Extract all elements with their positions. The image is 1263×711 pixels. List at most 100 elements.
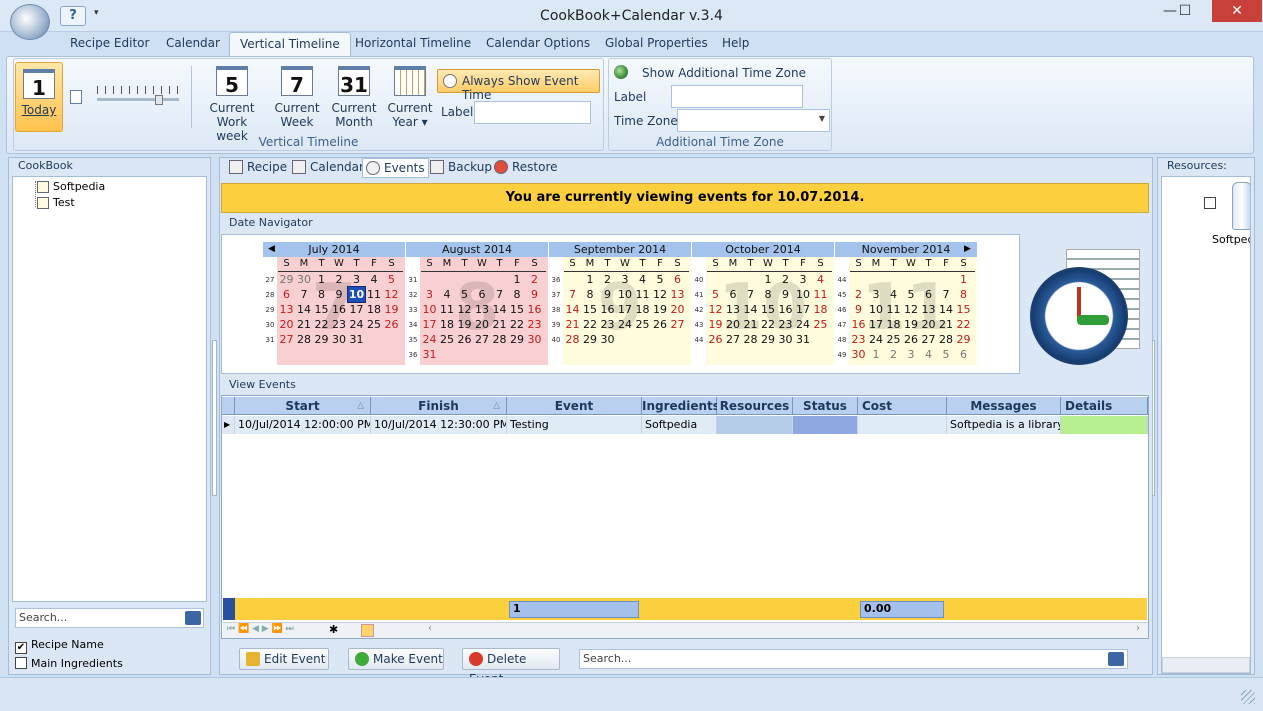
main-ingredients-checkbox[interactable]: Main Ingredients [15, 657, 123, 670]
calendar-day[interactable]: 13 [725, 302, 742, 317]
tree-item-softpedia[interactable]: Softpedia [37, 180, 105, 193]
scroll-left-icon[interactable]: ‹ [428, 623, 432, 634]
calendar-day[interactable]: 9 [850, 302, 867, 317]
week-number[interactable]: 43 [692, 321, 706, 329]
calendar-day[interactable]: 15 [760, 302, 777, 317]
subtab-backup[interactable]: Backup [430, 160, 492, 174]
calendar-day[interactable]: 10 [868, 302, 885, 317]
calendar-day[interactable]: 30 [850, 347, 867, 362]
calendar-day[interactable]: 30 [526, 332, 543, 347]
calendar-day[interactable]: 11 [885, 302, 902, 317]
calendar-day[interactable]: 1 [955, 272, 972, 287]
calendar-day[interactable]: 20 [725, 317, 742, 332]
calendar-day[interactable]: 12 [903, 302, 920, 317]
calendar-day[interactable]: 30 [331, 332, 348, 347]
left-splitter[interactable] [212, 340, 217, 496]
calendar-day[interactable]: 14 [938, 302, 955, 317]
calendar-day[interactable]: 30 [296, 272, 313, 287]
calendar-day[interactable]: 28 [491, 332, 508, 347]
calendar-day[interactable]: 14 [742, 302, 759, 317]
calendar-day[interactable]: 3 [348, 272, 365, 287]
week-number[interactable]: 27 [263, 276, 277, 284]
calendar-day[interactable]: 13 [278, 302, 295, 317]
calendar-day[interactable]: 7 [296, 287, 313, 302]
binoculars-icon[interactable] [185, 611, 201, 625]
time-zone-select[interactable]: ▼ [677, 109, 830, 132]
calendar-day[interactable]: 20 [278, 317, 295, 332]
calendar-day[interactable]: 2 [599, 272, 616, 287]
week-number[interactable]: 41 [692, 291, 706, 299]
calendar-day[interactable]: 3 [868, 287, 885, 302]
calendar-day[interactable]: 26 [456, 332, 473, 347]
calendar-day[interactable]: 13 [920, 302, 937, 317]
month-header[interactable]: July 2014 [263, 242, 405, 257]
calendar-day[interactable]: 27 [725, 332, 742, 347]
cell-details[interactable] [1061, 416, 1148, 434]
calendar-day[interactable]: 28 [296, 332, 313, 347]
calendar-day[interactable]: 6 [669, 272, 686, 287]
calendar-day[interactable]: 1 [760, 272, 777, 287]
tab-vertical-timeline[interactable]: Vertical Timeline [229, 32, 351, 57]
cookbook-search-input[interactable]: Search... [15, 608, 204, 628]
cell-resources[interactable] [717, 416, 793, 434]
calendar-day[interactable]: 17 [348, 302, 365, 317]
calendar-day[interactable]: 6 [920, 287, 937, 302]
week-number[interactable]: 35 [406, 336, 420, 344]
calendar-day[interactable]: 27 [669, 317, 686, 332]
calendar-day[interactable]: 25 [634, 317, 651, 332]
subtab-recipe[interactable]: Recipe [229, 160, 287, 174]
calendar-day[interactable]: 13 [474, 302, 491, 317]
calendar-day[interactable]: 4 [885, 287, 902, 302]
calendar-day[interactable]: 30 [777, 332, 794, 347]
calendar-day[interactable]: 8 [313, 287, 330, 302]
tab-calendar-options[interactable]: Calendar Options [486, 36, 590, 50]
calendar-day[interactable]: 21 [296, 317, 313, 332]
calendar-day[interactable]: 25 [366, 317, 383, 332]
calendar-day[interactable]: 22 [760, 317, 777, 332]
calendar-day[interactable]: 23 [526, 317, 543, 332]
resource-checkbox[interactable] [1204, 197, 1216, 209]
calendar-day[interactable]: 16 [777, 302, 794, 317]
calendar-day[interactable]: 19 [383, 302, 400, 317]
month-header[interactable]: October 2014 [692, 242, 834, 257]
column-start[interactable]: Start △ [235, 397, 371, 415]
current-year-button[interactable]: Current Year ▾ [383, 66, 437, 129]
calendar-day[interactable]: 29 [955, 332, 972, 347]
current-week-button[interactable]: 7 Current Week [270, 66, 324, 129]
calendar-day[interactable]: 24 [795, 317, 812, 332]
calendar-day[interactable]: 6 [474, 287, 491, 302]
cell-status[interactable] [793, 416, 858, 434]
calendar-day[interactable]: 9 [777, 287, 794, 302]
week-number[interactable]: 42 [692, 306, 706, 314]
recipe-name-checkbox[interactable]: ✔ Recipe Name [15, 638, 104, 654]
calendar-day[interactable]: 26 [383, 317, 400, 332]
close-button[interactable]: ✕ [1212, 0, 1262, 22]
cell-finish[interactable]: 10/Jul/2014 12:30:00 PM [371, 416, 507, 434]
calendar-day[interactable]: 11 [812, 287, 829, 302]
week-number[interactable]: 29 [263, 306, 277, 314]
week-number[interactable]: 47 [835, 321, 849, 329]
tab-calendar[interactable]: Calendar [166, 36, 220, 50]
current-month-button[interactable]: 31 Current Month [327, 66, 381, 129]
month-header[interactable]: September 2014 [549, 242, 691, 257]
calendar-day[interactable]: 24 [868, 332, 885, 347]
calendar-day[interactable]: 29 [760, 332, 777, 347]
calendar-day[interactable]: 6 [955, 347, 972, 362]
calendar-day[interactable]: 1 [582, 272, 599, 287]
subtab-calendar[interactable]: Calendar [292, 160, 364, 174]
calendar-day[interactable]: 23 [850, 332, 867, 347]
column-details[interactable]: Details [1061, 397, 1148, 415]
calendar-day[interactable]: 8 [509, 287, 526, 302]
calendar-day[interactable]: 26 [707, 332, 724, 347]
calendar-day[interactable]: 13 [669, 287, 686, 302]
calendar-day[interactable]: 24 [348, 317, 365, 332]
calendar-day[interactable]: 14 [296, 302, 313, 317]
event-search-input[interactable]: Search... [579, 649, 1128, 669]
calendar-day[interactable]: 14 [564, 302, 581, 317]
week-number[interactable]: 40 [549, 336, 563, 344]
calendar-day[interactable]: 22 [582, 317, 599, 332]
calendar-day[interactable]: 5 [903, 287, 920, 302]
calendar-day[interactable]: 17 [795, 302, 812, 317]
next-month-icon[interactable]: ▶ [964, 244, 971, 254]
calendar-day[interactable]: 18 [634, 302, 651, 317]
